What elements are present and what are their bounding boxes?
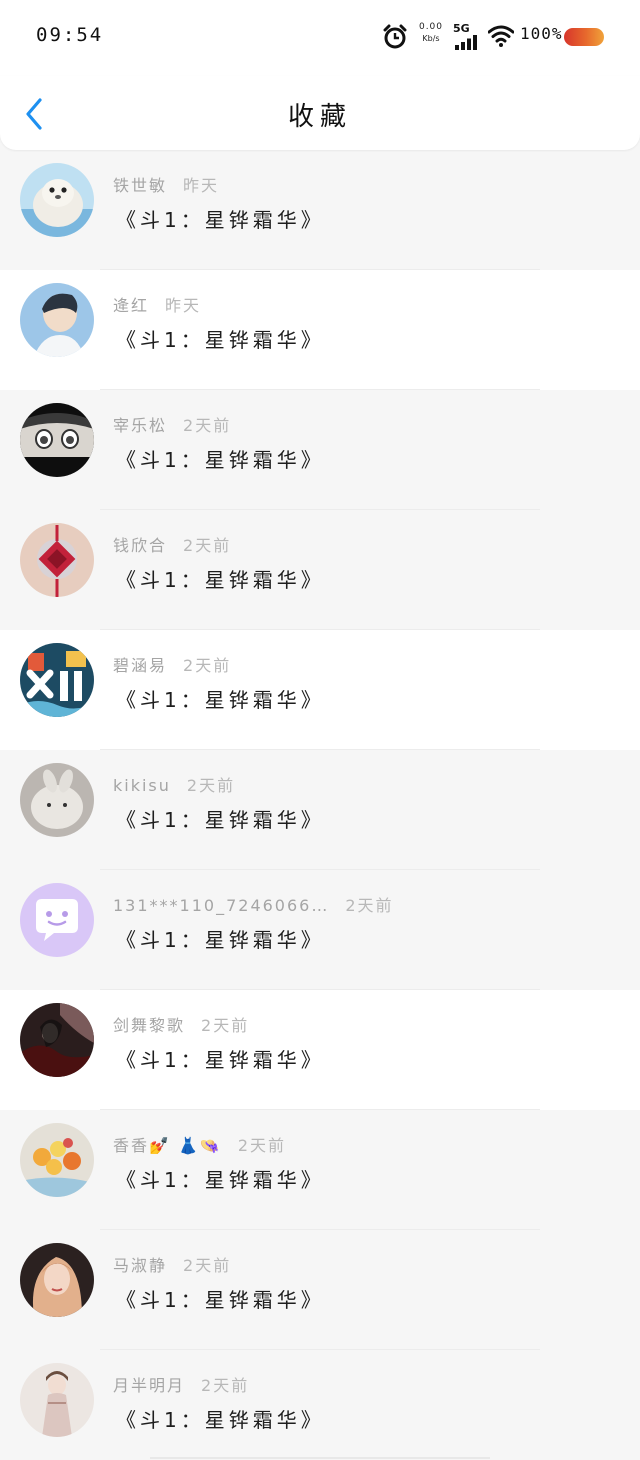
favorite-title: 《斗1：星铧霜华》 xyxy=(116,208,325,232)
plush-toy-avatar xyxy=(20,763,94,837)
favorite-meta: 马淑静 2天前 xyxy=(113,1252,231,1276)
timestamp: 2天前 xyxy=(183,656,232,675)
top-app-bar: 收藏 xyxy=(0,76,640,150)
avatar xyxy=(20,163,94,237)
username: 钱欣合 xyxy=(113,536,168,555)
avatar xyxy=(20,1123,94,1197)
network-speed: 0.00 Kb/s xyxy=(416,21,446,45)
timestamp: 2天前 xyxy=(186,776,236,795)
cellular-signal: 5G xyxy=(453,22,481,50)
network-type-label: 5G xyxy=(453,22,470,35)
costume-figure-avatar xyxy=(20,1363,94,1437)
alarm-icon xyxy=(383,24,407,49)
status-time: 09:54 xyxy=(36,24,104,46)
boy-portrait-avatar xyxy=(20,283,94,357)
username: 碧涵易 xyxy=(113,656,168,675)
avatar xyxy=(20,403,94,477)
favorite-meta: kikisu 2天前 xyxy=(113,772,235,796)
list-item[interactable]: 钱欣合 2天前 《斗1：星铧霜华》 xyxy=(0,510,640,630)
favorite-meta: 钱欣合 2天前 xyxy=(113,532,231,556)
username: 逄红 xyxy=(113,296,150,315)
avatar xyxy=(20,763,94,837)
favorite-meta: 逄红 昨天 xyxy=(113,292,201,316)
username: 月半明月 xyxy=(113,1376,186,1395)
favorite-meta: 宰乐松 2天前 xyxy=(113,412,231,436)
list-item[interactable]: 马淑静 2天前 《斗1：星铧霜华》 xyxy=(0,1230,640,1350)
list-item[interactable]: 月半明月 2天前 《斗1：星铧霜华》 xyxy=(0,1350,640,1460)
favorite-meta: 月半明月 2天前 xyxy=(113,1372,249,1396)
list-item[interactable]: 碧涵易 2天前 《斗1：星铧霜华》 xyxy=(0,630,640,750)
anime-face-avatar xyxy=(20,403,94,477)
timestamp: 2天前 xyxy=(183,536,232,555)
dark-artwork-avatar xyxy=(20,1003,94,1077)
favorite-title: 《斗1：星铧霜华》 xyxy=(116,1288,325,1312)
favorite-title: 《斗1：星铧霜华》 xyxy=(116,448,325,472)
username: 铁世敏 xyxy=(113,176,168,195)
list-item[interactable]: 铁世敏 昨天 《斗1：星铧霜华》 xyxy=(0,150,640,270)
favorite-meta: 铁世敏 昨天 xyxy=(113,172,219,196)
username: kikisu xyxy=(113,776,171,795)
favorite-meta: 碧涵易 2天前 xyxy=(113,652,231,676)
list-item[interactable]: 逄红 昨天 《斗1：星铧霜华》 xyxy=(0,270,640,390)
username: 马淑静 xyxy=(113,1256,168,1275)
favorite-title: 《斗1：星铧霜华》 xyxy=(116,328,325,352)
girl-illustration-avatar xyxy=(20,1243,94,1317)
timestamp: 昨天 xyxy=(165,296,202,315)
avatar xyxy=(20,283,94,357)
favorite-title: 《斗1：星铧霜华》 xyxy=(116,1168,325,1192)
timestamp: 2天前 xyxy=(183,1256,232,1275)
flowers-avatar xyxy=(20,1123,94,1197)
avatar xyxy=(20,1243,94,1317)
favorite-title: 《斗1：星铧霜华》 xyxy=(116,808,325,832)
avatar xyxy=(20,1363,94,1437)
timestamp: 2天前 xyxy=(201,1016,250,1035)
list-item[interactable]: 剑舞黎歌 2天前 《斗1：星铧霜华》 xyxy=(0,990,640,1110)
timestamp: 2天前 xyxy=(183,416,232,435)
signal-icon xyxy=(455,35,477,50)
username: 剑舞黎歌 xyxy=(113,1016,186,1035)
list-item[interactable]: kikisu 2天前 《斗1：星铧霜华》 xyxy=(0,750,640,870)
favorite-title: 《斗1：星铧霜华》 xyxy=(116,928,325,952)
list-item[interactable]: 宰乐松 2天前 《斗1：星铧霜华》 xyxy=(0,390,640,510)
list-item[interactable]: 香香💅 👗👒 2天前 《斗1：星铧霜华》 xyxy=(0,1110,640,1230)
timestamp: 2天前 xyxy=(237,1136,287,1155)
username: 131***110_7246066… xyxy=(113,896,330,915)
seal-avatar xyxy=(20,163,94,237)
avatar xyxy=(20,523,94,597)
status-bar: 09:54 0.00 Kb/s 5G 100% xyxy=(0,0,640,76)
avatar xyxy=(20,1003,94,1077)
battery-percentage: 100% xyxy=(520,24,563,43)
username: 香香💅 👗👒 xyxy=(113,1136,222,1155)
avatar xyxy=(20,883,94,957)
timestamp: 2天前 xyxy=(201,1376,250,1395)
favorite-meta: 131***110_7246066… 2天前 xyxy=(113,892,394,916)
page-title: 收藏 xyxy=(287,102,352,132)
username: 宰乐松 xyxy=(113,416,168,435)
favorite-title: 《斗1：星铧霜华》 xyxy=(116,1408,325,1432)
default-chat-avatar xyxy=(20,883,94,957)
battery-icon xyxy=(564,28,604,46)
wifi-icon xyxy=(488,25,514,47)
favorite-title: 《斗1：星铧霜华》 xyxy=(116,568,325,592)
festival-poster-avatar xyxy=(20,643,94,717)
favorite-meta: 香香💅 👗👒 2天前 xyxy=(113,1132,286,1156)
network-speed-value: 0.00 xyxy=(418,22,444,32)
bottom-divider xyxy=(150,1457,490,1459)
chinese-knot-avatar xyxy=(20,523,94,597)
timestamp: 昨天 xyxy=(183,176,220,195)
network-speed-unit: Kb/s xyxy=(422,34,440,43)
timestamp: 2天前 xyxy=(345,896,394,915)
favorite-meta: 剑舞黎歌 2天前 xyxy=(113,1012,249,1036)
list-item[interactable]: 131***110_7246066… 2天前 《斗1：星铧霜华》 xyxy=(0,870,640,990)
favorites-list: 铁世敏 昨天 《斗1：星铧霜华》 逄红 昨天 《斗1：星铧霜华》 宰乐松 2天前… xyxy=(0,150,640,1460)
favorite-title: 《斗1：星铧霜华》 xyxy=(116,688,325,712)
avatar xyxy=(20,643,94,717)
favorite-title: 《斗1：星铧霜华》 xyxy=(116,1048,325,1072)
